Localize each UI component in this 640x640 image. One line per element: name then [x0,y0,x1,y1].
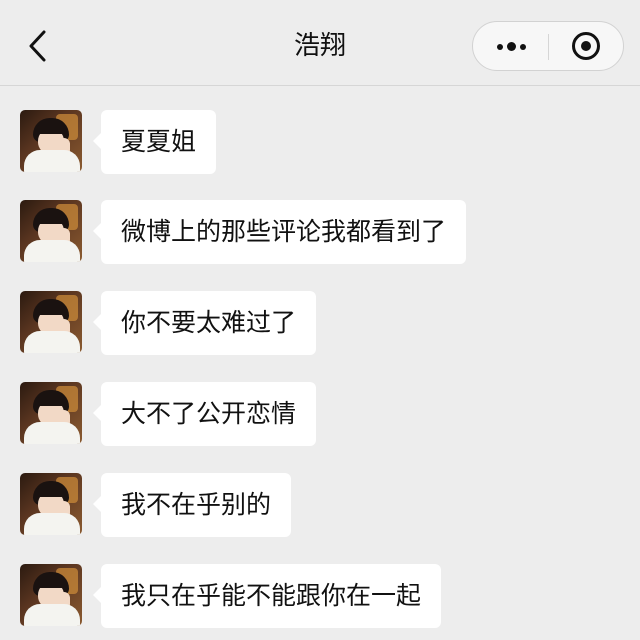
message-row: 大不了公开恋情 [0,382,640,448]
message-row: 微博上的那些评论我都看到了 [0,200,640,266]
more-dots-icon [497,44,503,50]
message-row: 夏夏姐 [0,110,640,176]
message-bubble[interactable]: 你不要太难过了 [92,291,317,355]
message-bubble[interactable]: 夏夏姐 [92,110,217,174]
message-row: 你不要太难过了 [0,291,640,357]
avatar[interactable] [20,382,82,444]
avatar[interactable] [20,200,82,262]
more-button[interactable] [473,22,548,70]
message-bubble[interactable]: 大不了公开恋情 [92,382,317,446]
avatar[interactable] [20,564,82,626]
close-button[interactable] [549,22,623,70]
avatar[interactable] [20,473,82,535]
more-dots-icon-right [520,44,526,50]
nav-bar: 浩翔 [0,0,640,86]
target-close-icon-core [581,41,591,51]
message-row: 我不在乎别的 [0,473,640,539]
avatar[interactable] [20,291,82,353]
message-bubble[interactable]: 我只在乎能不能跟你在一起 [92,564,442,628]
more-dots-icon-center [507,42,516,51]
mini-program-capsule [472,21,624,71]
message-bubble[interactable]: 微博上的那些评论我都看到了 [92,200,467,264]
avatar[interactable] [20,110,82,172]
message-bubble[interactable]: 我不在乎别的 [92,473,292,537]
message-row: 我只在乎能不能跟你在一起 [0,564,640,630]
